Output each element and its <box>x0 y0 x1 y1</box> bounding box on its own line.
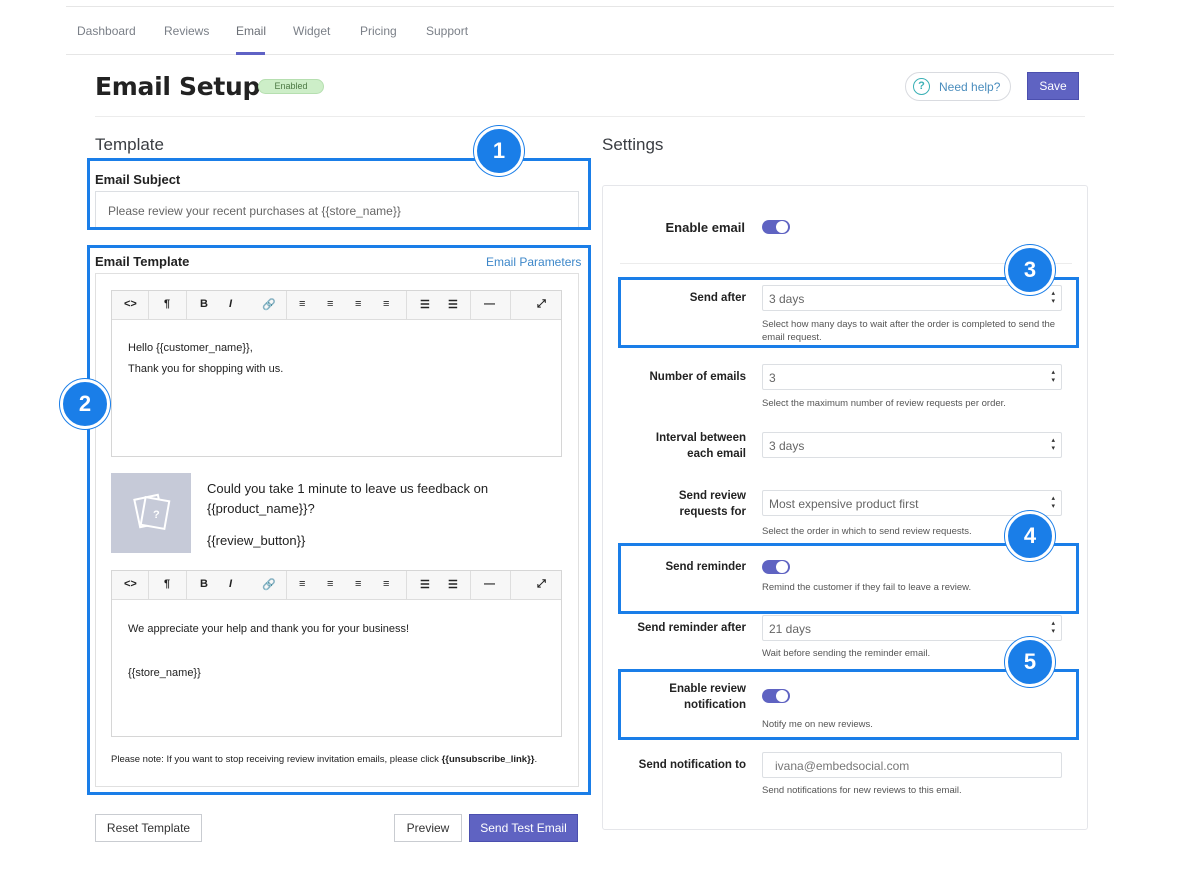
send-for-label-line2: requests for <box>679 506 746 518</box>
send-reminder-after-select[interactable]: 21 days <box>762 615 1062 641</box>
need-help-button[interactable]: ? Need help? <box>905 72 1011 101</box>
nav-dashboard[interactable]: Dashboard <box>77 24 136 38</box>
status-badge: Enabled <box>258 79 324 94</box>
number-of-emails-select[interactable]: 3 <box>762 364 1062 390</box>
settings-divider <box>620 263 1072 264</box>
send-test-email-button[interactable]: Send Test Email <box>469 814 578 842</box>
nav-reviews[interactable]: Reviews <box>164 24 209 38</box>
annotation-badge-4: 4 <box>1005 511 1055 561</box>
send-notification-to-help: Send notifications for new reviews to th… <box>762 785 962 796</box>
save-button[interactable]: Save <box>1027 72 1079 100</box>
annotation-box-4 <box>618 543 1079 614</box>
number-of-emails-label: Number of emails <box>649 371 747 383</box>
interval-label-line2: each email <box>687 448 746 460</box>
annotation-badge-5: 5 <box>1005 637 1055 687</box>
nav-pricing[interactable]: Pricing <box>360 24 397 38</box>
help-icon: ? <box>913 78 930 95</box>
nav-active-indicator <box>236 52 265 55</box>
annotation-badge-2: 2 <box>60 379 110 429</box>
send-review-requests-for-select[interactable]: Most expensive product first <box>762 490 1062 516</box>
top-nav: Dashboard Reviews Email Widget Pricing S… <box>66 7 1114 55</box>
send-review-requests-for-help: Select the order in which to send review… <box>762 526 972 537</box>
annotation-box-5 <box>618 669 1079 740</box>
annotation-badge-3: 3 <box>1005 245 1055 295</box>
send-reminder-after-help: Wait before sending the reminder email. <box>762 648 931 659</box>
settings-section-title: Settings <box>602 135 664 154</box>
page-title: Email Setup <box>95 72 261 101</box>
need-help-label: Need help? <box>939 80 1001 94</box>
interval-label-line1: Interval between <box>655 432 746 444</box>
nav-widget[interactable]: Widget <box>293 24 330 38</box>
send-review-requests-for-label: Send review requests for <box>620 488 746 520</box>
template-section-title: Template <box>95 135 164 154</box>
annotation-box-2 <box>87 245 591 795</box>
interval-label: Interval between each email <box>620 430 746 462</box>
send-for-label-line1: Send review <box>678 490 746 502</box>
nav-email[interactable]: Email <box>236 24 266 38</box>
enable-email-label: Enable email <box>665 220 745 235</box>
reset-template-button[interactable]: Reset Template <box>95 814 202 842</box>
interval-select[interactable]: 3 days <box>762 432 1062 458</box>
send-notification-to-label: Send notification to <box>638 759 746 771</box>
header-divider <box>95 116 1085 117</box>
preview-button[interactable]: Preview <box>394 814 462 842</box>
number-of-emails-help: Select the maximum number of review requ… <box>762 398 1006 409</box>
nav-support[interactable]: Support <box>426 24 468 38</box>
toggle-knob <box>776 221 788 233</box>
send-reminder-after-label: Send reminder after <box>637 622 746 634</box>
annotation-box-3 <box>618 277 1079 348</box>
send-notification-to-input[interactable]: ivana@embedsocial.com <box>762 752 1062 778</box>
annotation-badge-1: 1 <box>474 126 524 176</box>
enable-email-toggle[interactable] <box>762 220 790 234</box>
